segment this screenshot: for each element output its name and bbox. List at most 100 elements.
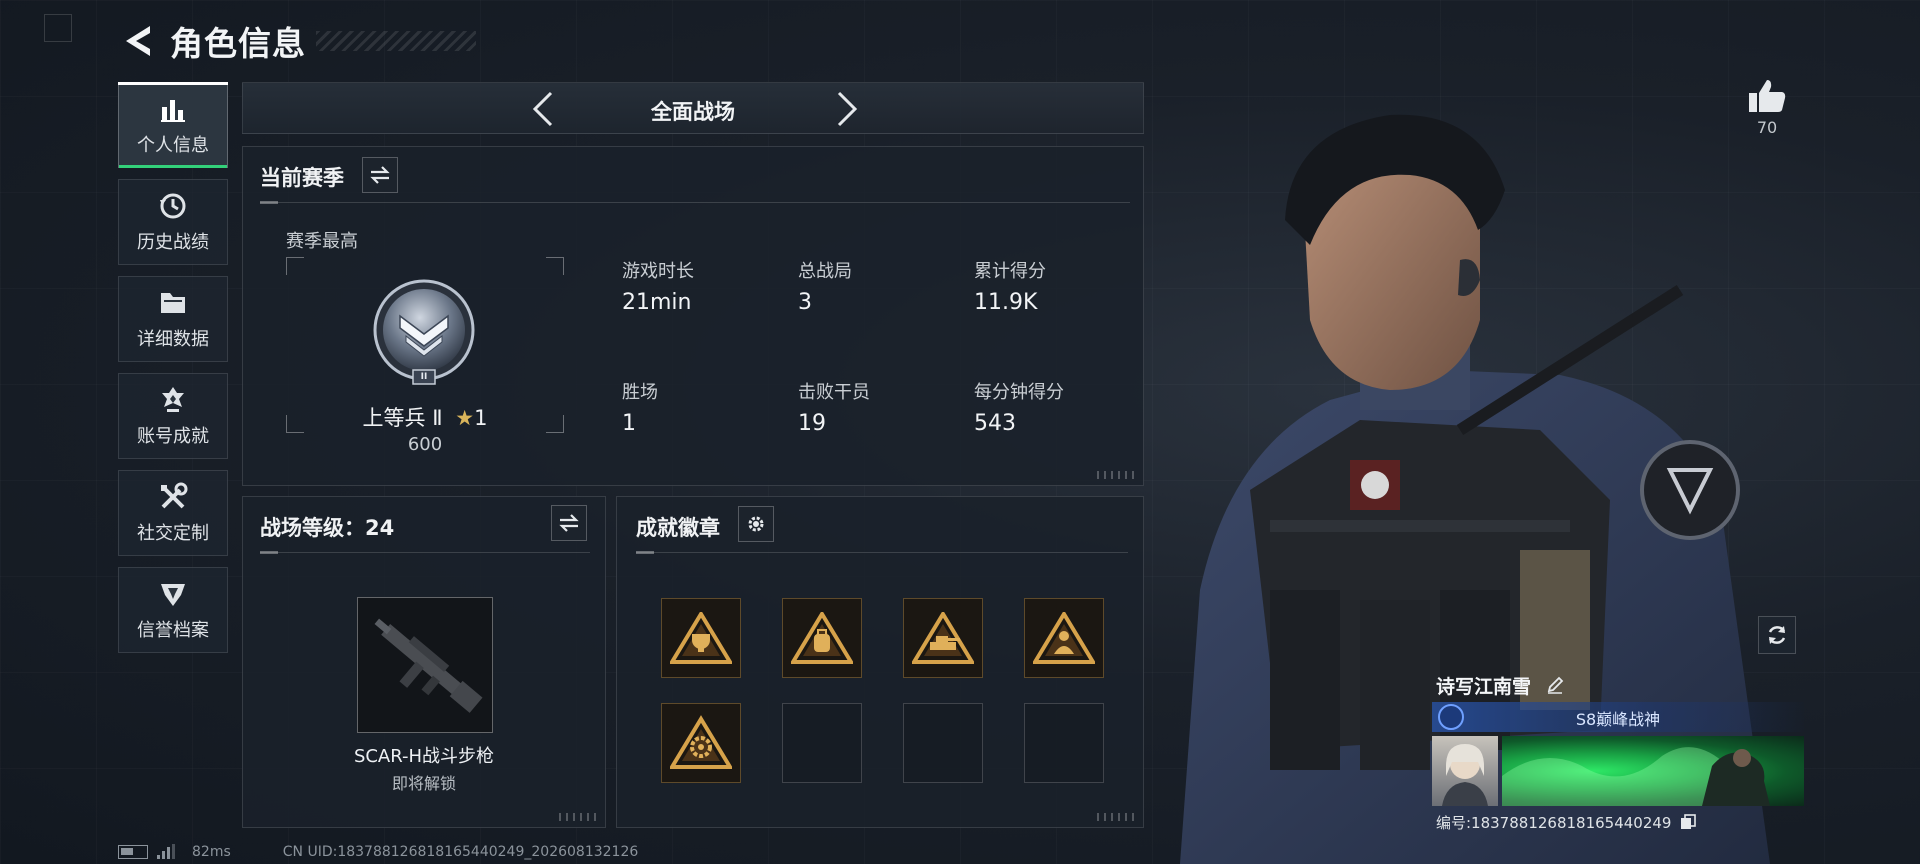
back-button[interactable] [118,19,158,63]
star-icon: ★ [455,406,475,430]
stat-value-score-per-min: 543 [974,411,1016,436]
soldier-badge-icon [1033,612,1095,664]
stat-label-total-matches: 总战局 [798,261,852,282]
title-decoration [316,31,476,51]
page-header: 角色信息 [118,16,476,66]
season-switch-button[interactable] [362,157,398,193]
rank-numeral: II [420,372,428,382]
panel-corner-decoration [1097,471,1135,479]
player-id-line: 编号:1837881268181654402​49 [1436,812,1697,834]
chevron-right-icon [837,91,858,127]
sidebar-item-label: 个人信息 [137,135,209,156]
divider-tick [260,551,278,554]
status-bar: 82ms CN UID:1837881268181654402​49_20260… [118,842,638,862]
uid-text: CN UID:1837881268181654402​49_2026081321… [282,844,639,860]
rank-line: 上等兵 Ⅱ ★1 [286,402,564,432]
stat-label-kills: 击败干员 [798,382,870,403]
badge-slot[interactable] [661,598,741,678]
rank-points: 600 [407,434,443,455]
backpack-badge-icon [791,612,853,664]
wrench-icon [157,481,189,513]
edit-name-button[interactable] [1546,676,1564,699]
back-arrow-icon [126,26,150,56]
mode-selector: 全面战场 [242,82,1144,134]
badges-settings-button[interactable] [738,506,774,542]
sidebar-item-label: 账号成就 [137,426,209,447]
refresh-icon [1768,626,1786,644]
page-title: 角色信息 [170,24,306,63]
badge-slot[interactable] [782,598,862,678]
weapon-thumbnail[interactable] [357,597,493,733]
signal-icon [157,844,175,859]
bar-chart-icon [157,93,189,125]
rank-name: 上等兵 Ⅱ [362,406,443,430]
badges-title: 成就徽章 [636,516,720,540]
panel-corner-decoration [559,813,597,821]
swap-icon [559,514,579,532]
gear-skull-badge-icon [670,715,732,769]
sidebar-item-detail-data[interactable]: 详细数据 [118,276,228,362]
sidebar: 个人信息 历史战绩 详细数据 账号成就 社交定制 信誉档案 [118,82,228,664]
sidebar-item-label: 信誉档案 [137,620,209,641]
mode-label: 全面战场 [651,100,735,124]
pencil-icon [1547,676,1563,694]
avatar[interactable] [1432,736,1498,806]
sidebar-item-history[interactable]: 历史战绩 [118,179,228,265]
swap-icon [370,166,390,184]
badge-slot-empty[interactable] [903,703,983,783]
like-button[interactable] [1740,78,1794,114]
rotate-model-button[interactable] [1758,616,1796,654]
season-divider [260,202,1130,203]
copy-id-button[interactable] [1680,813,1697,834]
sidebar-item-credit-profile[interactable]: 信誉档案 [118,567,228,653]
rifle-icon [374,618,483,713]
copy-icon [1681,813,1697,829]
season-best-label: 赛季最高 [286,231,358,252]
battle-level-switch-button[interactable] [551,505,587,541]
rank-stars: 1 [474,406,488,430]
player-card: 诗写江南雪 S8巅峰战神 编号:1837881268181654402​49 [1432,670,1804,840]
stat-value-kills: 19 [798,411,826,436]
sidebar-item-personal-info[interactable]: 个人信息 [118,82,228,168]
tank-badge-icon [912,612,974,664]
player-id: 编号:1837881268181654402​49 [1436,814,1672,832]
folder-icon [157,287,189,319]
battery-icon [118,845,148,859]
history-clock-icon [157,190,189,222]
player-name-line: 诗写江南雪 [1436,672,1564,699]
corner-decoration [44,14,72,42]
panel-corner-decoration [1097,813,1135,821]
battle-level-title: 战场等级：24 [260,516,395,540]
badge-slot[interactable] [903,598,983,678]
credit-emblem-icon [157,578,189,610]
badge-slot[interactable] [1024,598,1104,678]
stat-label-play-time: 游戏时长 [622,261,694,282]
divider-tick [636,551,654,554]
sidebar-item-label: 社交定制 [137,523,209,544]
badge-slot[interactable] [661,703,741,783]
player-title-bar[interactable]: S8巅峰战神 [1432,702,1804,732]
weapon-status: 即将解锁 [391,774,456,793]
badges-divider [636,552,1128,553]
badge-slot-empty[interactable] [1024,703,1104,783]
trophy-badge-icon [670,612,732,664]
battle-level-divider [260,552,590,553]
thumbs-up-icon [1749,80,1786,112]
mode-next-button[interactable] [827,89,867,129]
player-banner[interactable] [1502,736,1804,806]
like-count: 70 [1756,118,1778,137]
sidebar-item-label: 历史战绩 [137,232,209,253]
ping-value: 82ms [192,844,231,860]
like-area: 70 [1740,78,1794,137]
sidebar-item-social-custom[interactable]: 社交定制 [118,470,228,556]
season-title: 当前赛季 [260,166,344,190]
achievement-icon [157,384,189,416]
gear-icon [748,516,764,532]
stat-value-total-matches: 3 [798,290,812,315]
stat-label-wins: 胜场 [622,382,658,403]
player-name: 诗写江南雪 [1436,676,1532,698]
stat-value-total-score: 11.9K [974,290,1038,315]
badge-slot-empty[interactable] [782,703,862,783]
sidebar-item-achievements[interactable]: 账号成就 [118,373,228,459]
stat-label-total-score: 累计得分 [974,261,1046,282]
